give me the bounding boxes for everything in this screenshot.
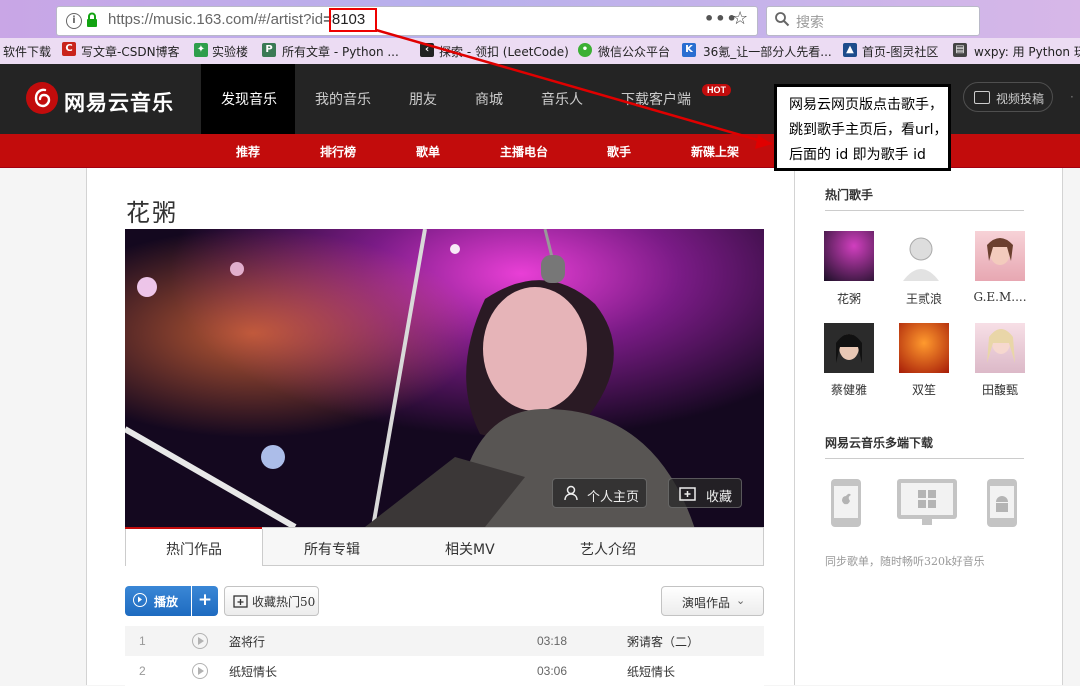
annotation-line: 跳到歌手主页后，看url， xyxy=(789,122,948,138)
annotation-line: 后面的 id 即为歌手 id xyxy=(789,147,926,163)
annotation-line: 网易云网页版点击歌手， xyxy=(789,97,943,113)
annotation-callout: 网易云网页版点击歌手， 跳到歌手主页后，看url， 后面的 id 即为歌手 id xyxy=(774,84,951,171)
